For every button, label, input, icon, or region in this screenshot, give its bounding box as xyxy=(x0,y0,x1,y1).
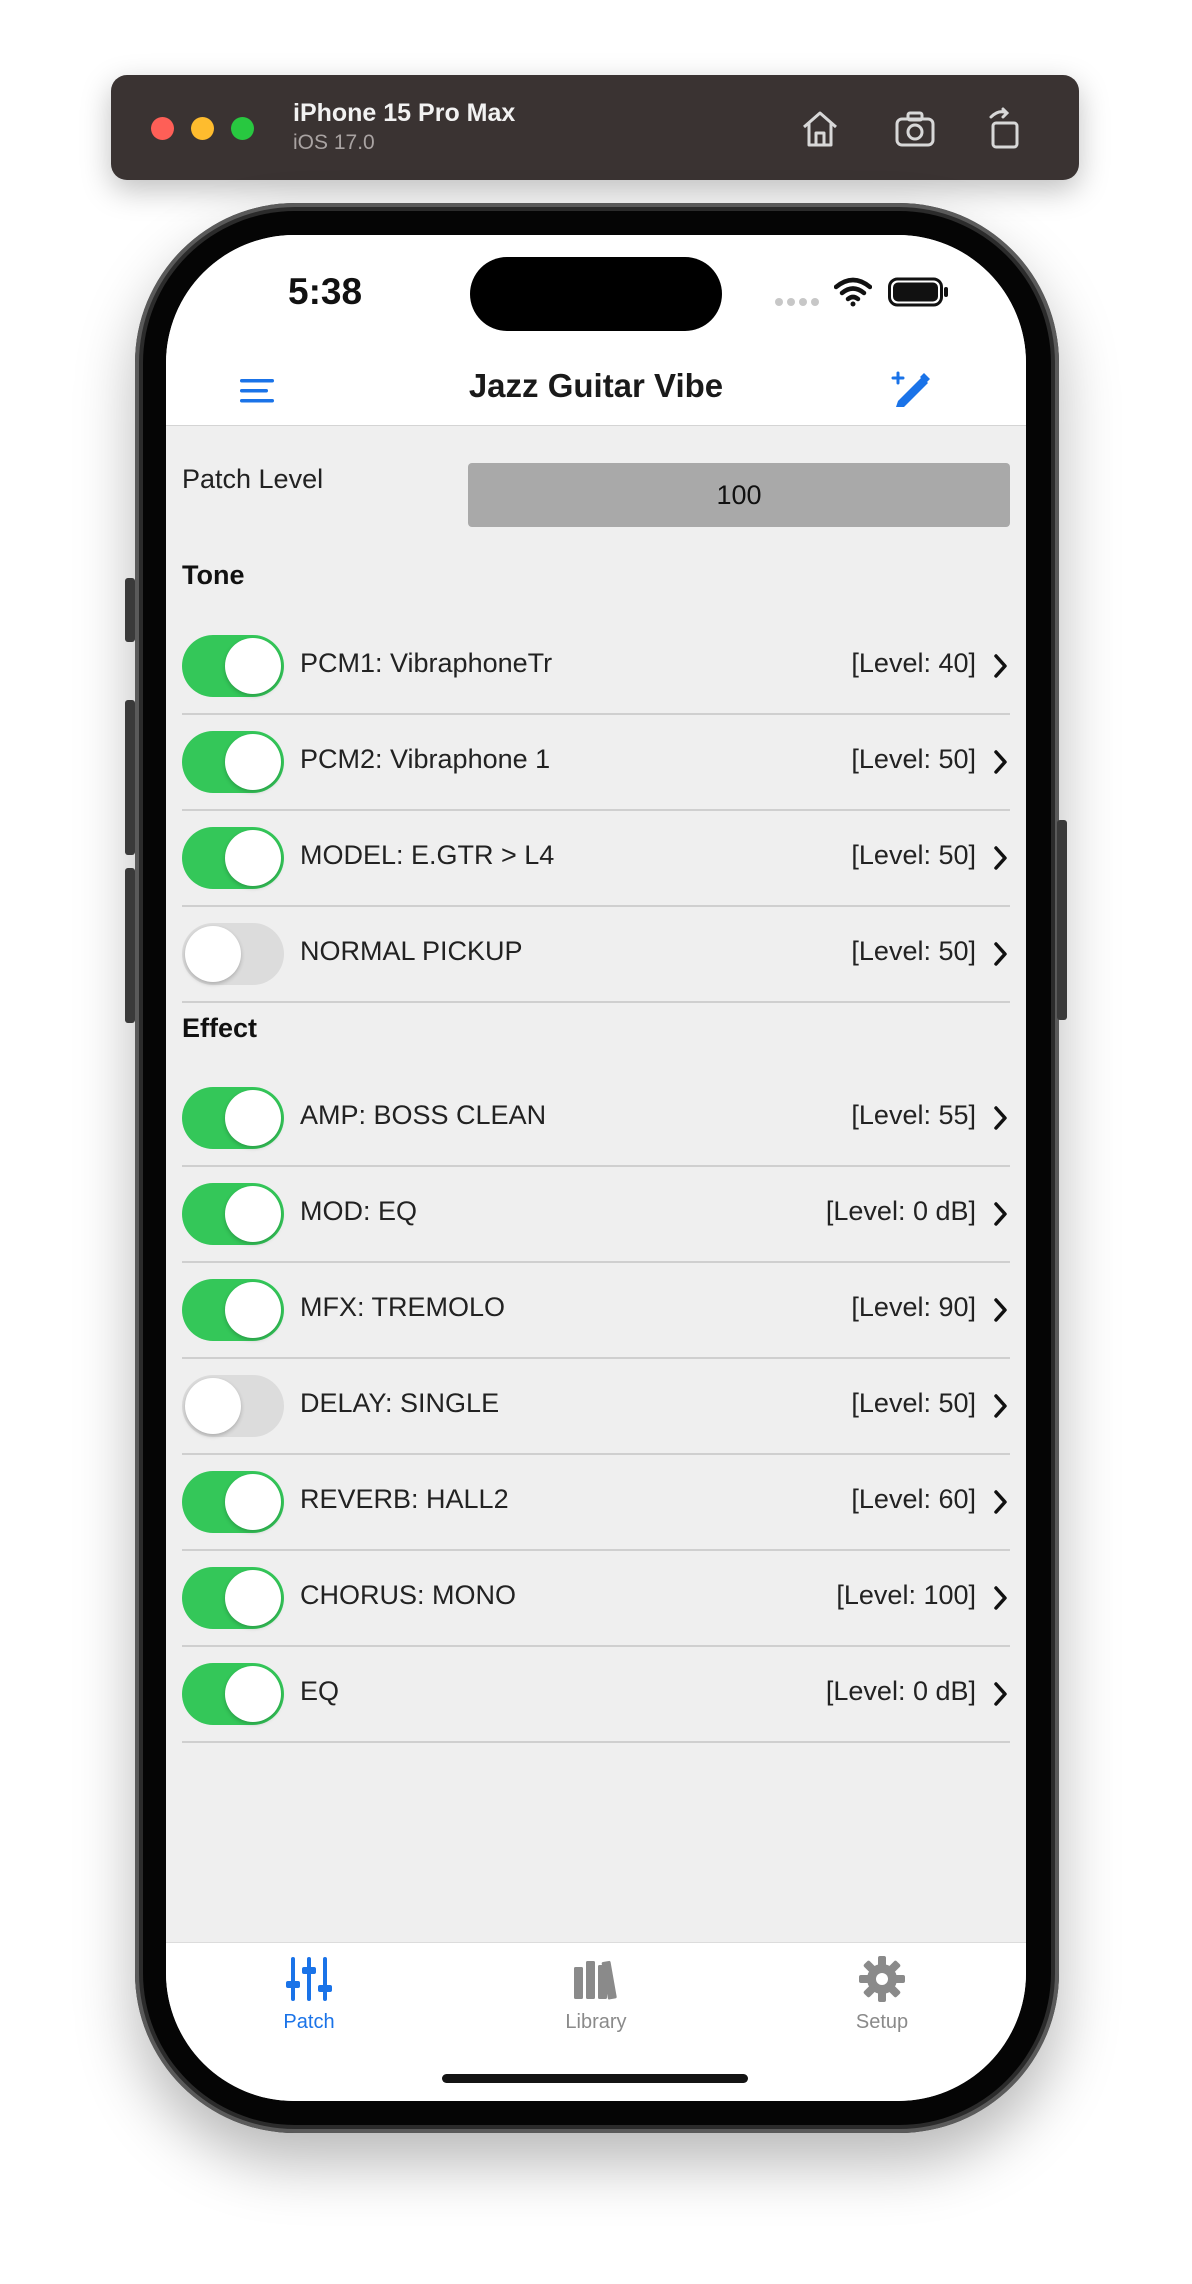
navigation-bar: Jazz Guitar Vibe xyxy=(166,355,1026,426)
chevron-right-icon[interactable] xyxy=(990,747,1010,777)
screenshot-icon[interactable] xyxy=(891,105,939,153)
enable-toggle[interactable] xyxy=(182,1087,284,1149)
row-name: AMP: BOSS CLEAN xyxy=(300,1100,547,1130)
library-icon xyxy=(574,1960,617,2000)
gear-icon xyxy=(859,1956,905,2002)
tab-patch[interactable]: Patch xyxy=(229,1953,389,2034)
row-name: CHORUS: MONO xyxy=(300,1580,516,1610)
tab-label: Patch xyxy=(283,2011,335,2033)
cellular-icon xyxy=(775,298,819,306)
chevron-right-icon[interactable] xyxy=(990,651,1010,681)
chevron-right-icon[interactable] xyxy=(990,1679,1010,1709)
chevron-right-icon[interactable] xyxy=(990,1391,1010,1421)
enable-toggle[interactable] xyxy=(182,1375,284,1437)
row-level: [Level: 0 dB] xyxy=(825,1196,976,1226)
tone-row[interactable]: PCM2: Vibraphone 1 [Level: 50] xyxy=(182,715,1010,811)
chevron-right-icon[interactable] xyxy=(990,1487,1010,1517)
row-level: [Level: 55] xyxy=(851,1100,976,1130)
tab-label: Setup xyxy=(855,2011,909,2033)
status-time: 5:38 xyxy=(288,271,363,312)
row-level: [Level: 50] xyxy=(851,1388,976,1418)
sliders-icon xyxy=(286,1957,332,2001)
enable-toggle[interactable] xyxy=(182,1279,284,1341)
row-level: [Level: 50] xyxy=(851,744,976,774)
tab-label: Library xyxy=(565,2011,627,2033)
enable-toggle[interactable] xyxy=(182,827,284,889)
volume-down-button xyxy=(125,868,135,1023)
row-name: DELAY: SINGLE xyxy=(300,1388,500,1418)
wifi-icon xyxy=(834,277,872,307)
effect-row[interactable]: CHORUS: MONO [Level: 100] xyxy=(182,1551,1010,1647)
effect-row[interactable]: DELAY: SINGLE [Level: 50] xyxy=(182,1359,1010,1455)
device-name: iPhone 15 Pro Max xyxy=(293,99,516,127)
effect-row[interactable]: EQ [Level: 0 dB] xyxy=(182,1647,1010,1743)
chevron-right-icon[interactable] xyxy=(990,843,1010,873)
enable-toggle[interactable] xyxy=(182,1471,284,1533)
section-title-tone: Tone xyxy=(182,560,245,590)
dynamic-island xyxy=(470,257,722,331)
os-version: iOS 17.0 xyxy=(293,131,375,154)
row-name: MOD: EQ xyxy=(300,1196,418,1226)
row-level: [Level: 0 dB] xyxy=(825,1676,976,1706)
tab-library[interactable]: Library xyxy=(516,1953,676,2034)
volume-up-button xyxy=(125,700,135,855)
patch-level-field[interactable]: 100 xyxy=(468,463,1010,527)
effect-row[interactable]: MFX: TREMOLO [Level: 90] xyxy=(182,1263,1010,1359)
power-button xyxy=(1057,820,1067,1020)
chevron-right-icon[interactable] xyxy=(990,1199,1010,1229)
home-indicator xyxy=(442,2074,748,2083)
enable-toggle[interactable] xyxy=(182,635,284,697)
chevron-right-icon[interactable] xyxy=(990,1103,1010,1133)
enable-toggle[interactable] xyxy=(182,1183,284,1245)
row-level: [Level: 90] xyxy=(851,1292,976,1322)
row-level: [Level: 40] xyxy=(851,648,976,678)
effect-row[interactable]: REVERB: HALL2 [Level: 60] xyxy=(182,1455,1010,1551)
app-screen: 5:38 Jazz Guitar Vibe Patch Level 100 To… xyxy=(166,235,1026,2101)
enable-toggle[interactable] xyxy=(182,1567,284,1629)
row-level: [Level: 50] xyxy=(851,936,976,966)
tone-row[interactable]: PCM1: VibraphoneTr [Level: 40] xyxy=(182,619,1010,715)
effect-row[interactable]: MOD: EQ [Level: 0 dB] xyxy=(182,1167,1010,1263)
row-name: PCM2: Vibraphone 1 xyxy=(300,744,551,774)
row-name: PCM1: VibraphoneTr xyxy=(300,648,553,678)
rotate-icon[interactable] xyxy=(981,105,1029,153)
patch-level-label: Patch Level xyxy=(182,464,324,494)
close-window-button[interactable] xyxy=(151,117,174,140)
home-icon[interactable] xyxy=(796,105,844,153)
chevron-right-icon[interactable] xyxy=(990,1295,1010,1325)
section-title-effect: Effect xyxy=(182,1013,258,1043)
tone-row[interactable]: MODEL: E.GTR > L4 [Level: 50] xyxy=(182,811,1010,907)
zoom-window-button[interactable] xyxy=(231,117,254,140)
row-level: [Level: 100] xyxy=(836,1580,976,1610)
simulator-titlebar: iPhone 15 Pro Max iOS 17.0 xyxy=(111,75,1079,180)
tone-row[interactable]: NORMAL PICKUP [Level: 50] xyxy=(182,907,1010,1003)
edit-wand-icon[interactable] xyxy=(886,365,938,417)
action-button xyxy=(125,578,135,642)
minimize-window-button[interactable] xyxy=(191,117,214,140)
row-name: EQ xyxy=(300,1676,340,1706)
status-bar: 5:38 xyxy=(166,235,1026,355)
row-name: NORMAL PICKUP xyxy=(300,936,523,966)
enable-toggle[interactable] xyxy=(182,731,284,793)
battery-icon xyxy=(888,277,948,307)
chevron-right-icon[interactable] xyxy=(990,1583,1010,1613)
tab-setup[interactable]: Setup xyxy=(802,1953,962,2034)
row-name: MODEL: E.GTR > L4 xyxy=(300,840,555,870)
row-name: MFX: TREMOLO xyxy=(300,1292,506,1322)
row-level: [Level: 60] xyxy=(851,1484,976,1514)
effect-row[interactable]: AMP: BOSS CLEAN [Level: 55] xyxy=(182,1071,1010,1167)
enable-toggle[interactable] xyxy=(182,1663,284,1725)
chevron-right-icon[interactable] xyxy=(990,939,1010,969)
row-name: REVERB: HALL2 xyxy=(300,1484,509,1514)
enable-toggle[interactable] xyxy=(182,923,284,985)
row-level: [Level: 50] xyxy=(851,840,976,870)
